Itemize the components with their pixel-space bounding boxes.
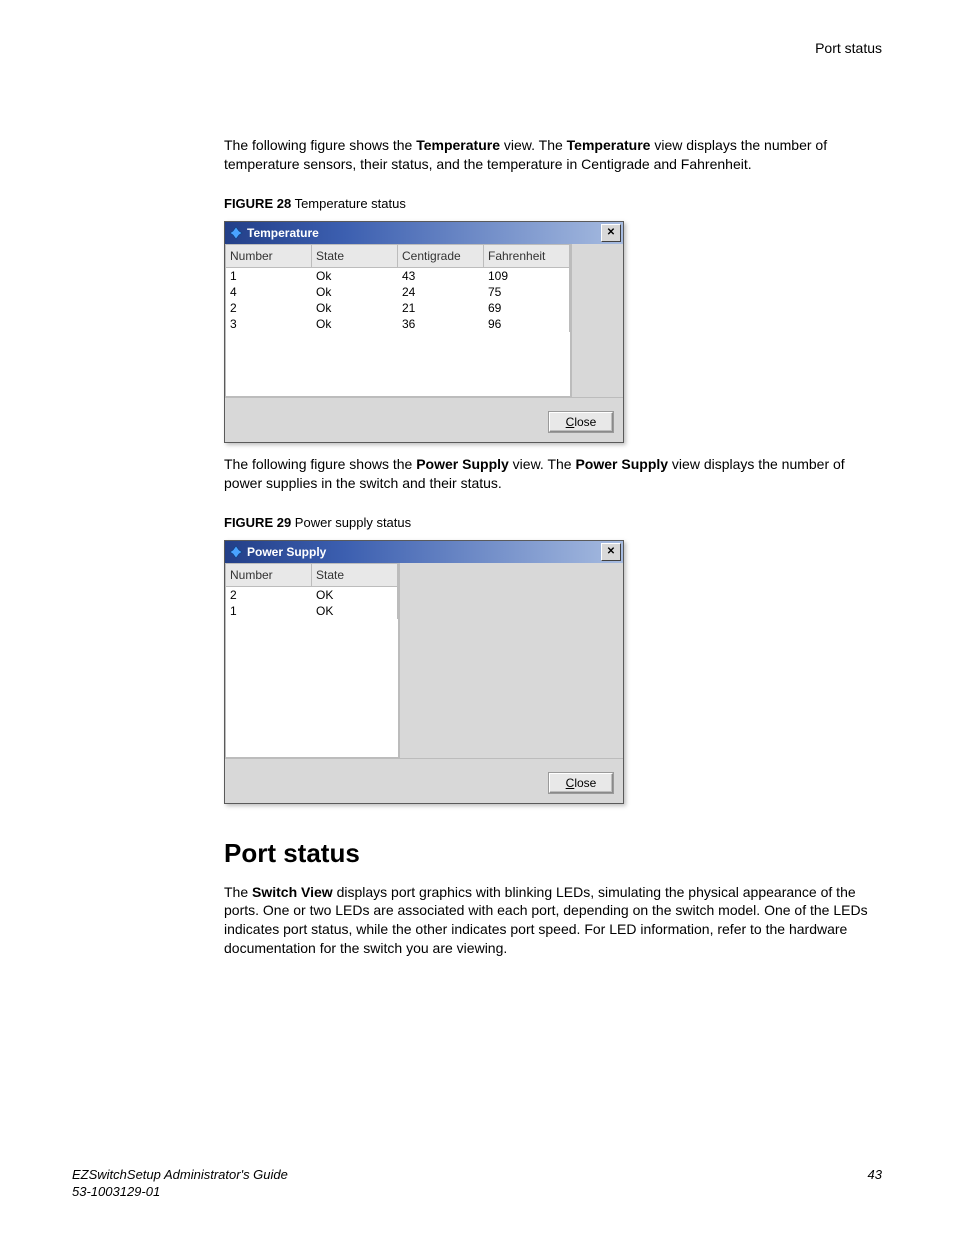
titlebar: Power Supply ✕: [225, 541, 623, 563]
table-header: Number State: [226, 564, 398, 587]
cell: 1: [226, 603, 312, 619]
text-bold: Switch View: [252, 884, 333, 900]
page-footer: EZSwitchSetup Administrator's Guide 53-1…: [72, 1167, 882, 1201]
table-row[interactable]: 4 Ok 24 75: [226, 284, 570, 300]
intro-temperature: The following figure shows the Temperatu…: [224, 136, 882, 174]
col-centigrade[interactable]: Centigrade: [398, 245, 484, 268]
cell: Ok: [312, 268, 398, 284]
figure-caption: Power supply status: [291, 515, 411, 530]
cell: 36: [398, 316, 484, 332]
table-header: Number State Centigrade Fahrenheit: [226, 245, 570, 268]
close-button-rest: lose: [574, 776, 596, 790]
cell: 24: [398, 284, 484, 300]
text-bold: Temperature: [416, 137, 500, 153]
text: view. The: [509, 456, 576, 472]
cell: OK: [312, 603, 398, 619]
cell: 69: [484, 300, 570, 316]
col-state[interactable]: State: [312, 245, 398, 268]
cell: 2: [226, 587, 312, 603]
close-button-rest: lose: [574, 415, 596, 429]
cell: 3: [226, 316, 312, 332]
app-icon: [229, 545, 243, 559]
cell: 43: [398, 268, 484, 284]
text: The following figure shows the: [224, 137, 416, 153]
footer-guide-title: EZSwitchSetup Administrator's Guide: [72, 1167, 288, 1184]
cell: 1: [226, 268, 312, 284]
table-gutter: [399, 563, 623, 758]
cell: 21: [398, 300, 484, 316]
table-row[interactable]: 2 Ok 21 69: [226, 300, 570, 316]
cell: Ok: [312, 316, 398, 332]
cell: Ok: [312, 300, 398, 316]
col-state[interactable]: State: [312, 564, 398, 587]
figure-number: FIGURE 29: [224, 515, 291, 530]
table-row[interactable]: 2 OK: [226, 587, 398, 603]
table-gutter: [571, 244, 623, 397]
col-fahrenheit[interactable]: Fahrenheit: [484, 245, 570, 268]
footer-page-number: 43: [868, 1167, 882, 1201]
running-head: Port status: [224, 40, 882, 56]
dialog-title: Temperature: [247, 226, 319, 240]
text-bold: Power Supply: [575, 456, 668, 472]
cell: 2: [226, 300, 312, 316]
power-supply-table: Number State 2 OK 1 OK: [225, 563, 399, 758]
dialog-title: Power Supply: [247, 545, 326, 559]
figure-29-label: FIGURE 29 Power supply status: [224, 515, 882, 530]
table-row[interactable]: 3 Ok 36 96: [226, 316, 570, 332]
cell: 109: [484, 268, 570, 284]
cell: OK: [312, 587, 398, 603]
close-icon[interactable]: ✕: [601, 543, 621, 561]
cell: 4: [226, 284, 312, 300]
cell: 96: [484, 316, 570, 332]
text: view. The: [500, 137, 567, 153]
temperature-table: Number State Centigrade Fahrenheit 1 Ok …: [225, 244, 571, 397]
power-supply-dialog: Power Supply ✕ Number State 2 OK: [224, 540, 624, 804]
port-status-paragraph: The Switch View displays port graphics w…: [224, 883, 882, 959]
intro-power-supply: The following figure shows the Power Sup…: [224, 455, 882, 493]
table-row[interactable]: 1 OK: [226, 603, 398, 619]
text-bold: Power Supply: [416, 456, 509, 472]
figure-number: FIGURE 28: [224, 196, 291, 211]
table-row[interactable]: 1 Ok 43 109: [226, 268, 570, 284]
titlebar: Temperature ✕: [225, 222, 623, 244]
port-status-heading: Port status: [224, 838, 882, 869]
figure-28-label: FIGURE 28 Temperature status: [224, 196, 882, 211]
text-bold: Temperature: [567, 137, 651, 153]
close-button[interactable]: Close: [549, 773, 613, 793]
cell: 75: [484, 284, 570, 300]
close-button[interactable]: Close: [549, 412, 613, 432]
text: The: [224, 884, 252, 900]
col-number[interactable]: Number: [226, 245, 312, 268]
col-number[interactable]: Number: [226, 564, 312, 587]
text: The following figure shows the: [224, 456, 416, 472]
footer-doc-number: 53-1003129-01: [72, 1184, 288, 1201]
figure-caption: Temperature status: [291, 196, 406, 211]
cell: Ok: [312, 284, 398, 300]
close-icon[interactable]: ✕: [601, 224, 621, 242]
app-icon: [229, 226, 243, 240]
temperature-dialog: Temperature ✕ Number State Centigrade Fa…: [224, 221, 624, 443]
